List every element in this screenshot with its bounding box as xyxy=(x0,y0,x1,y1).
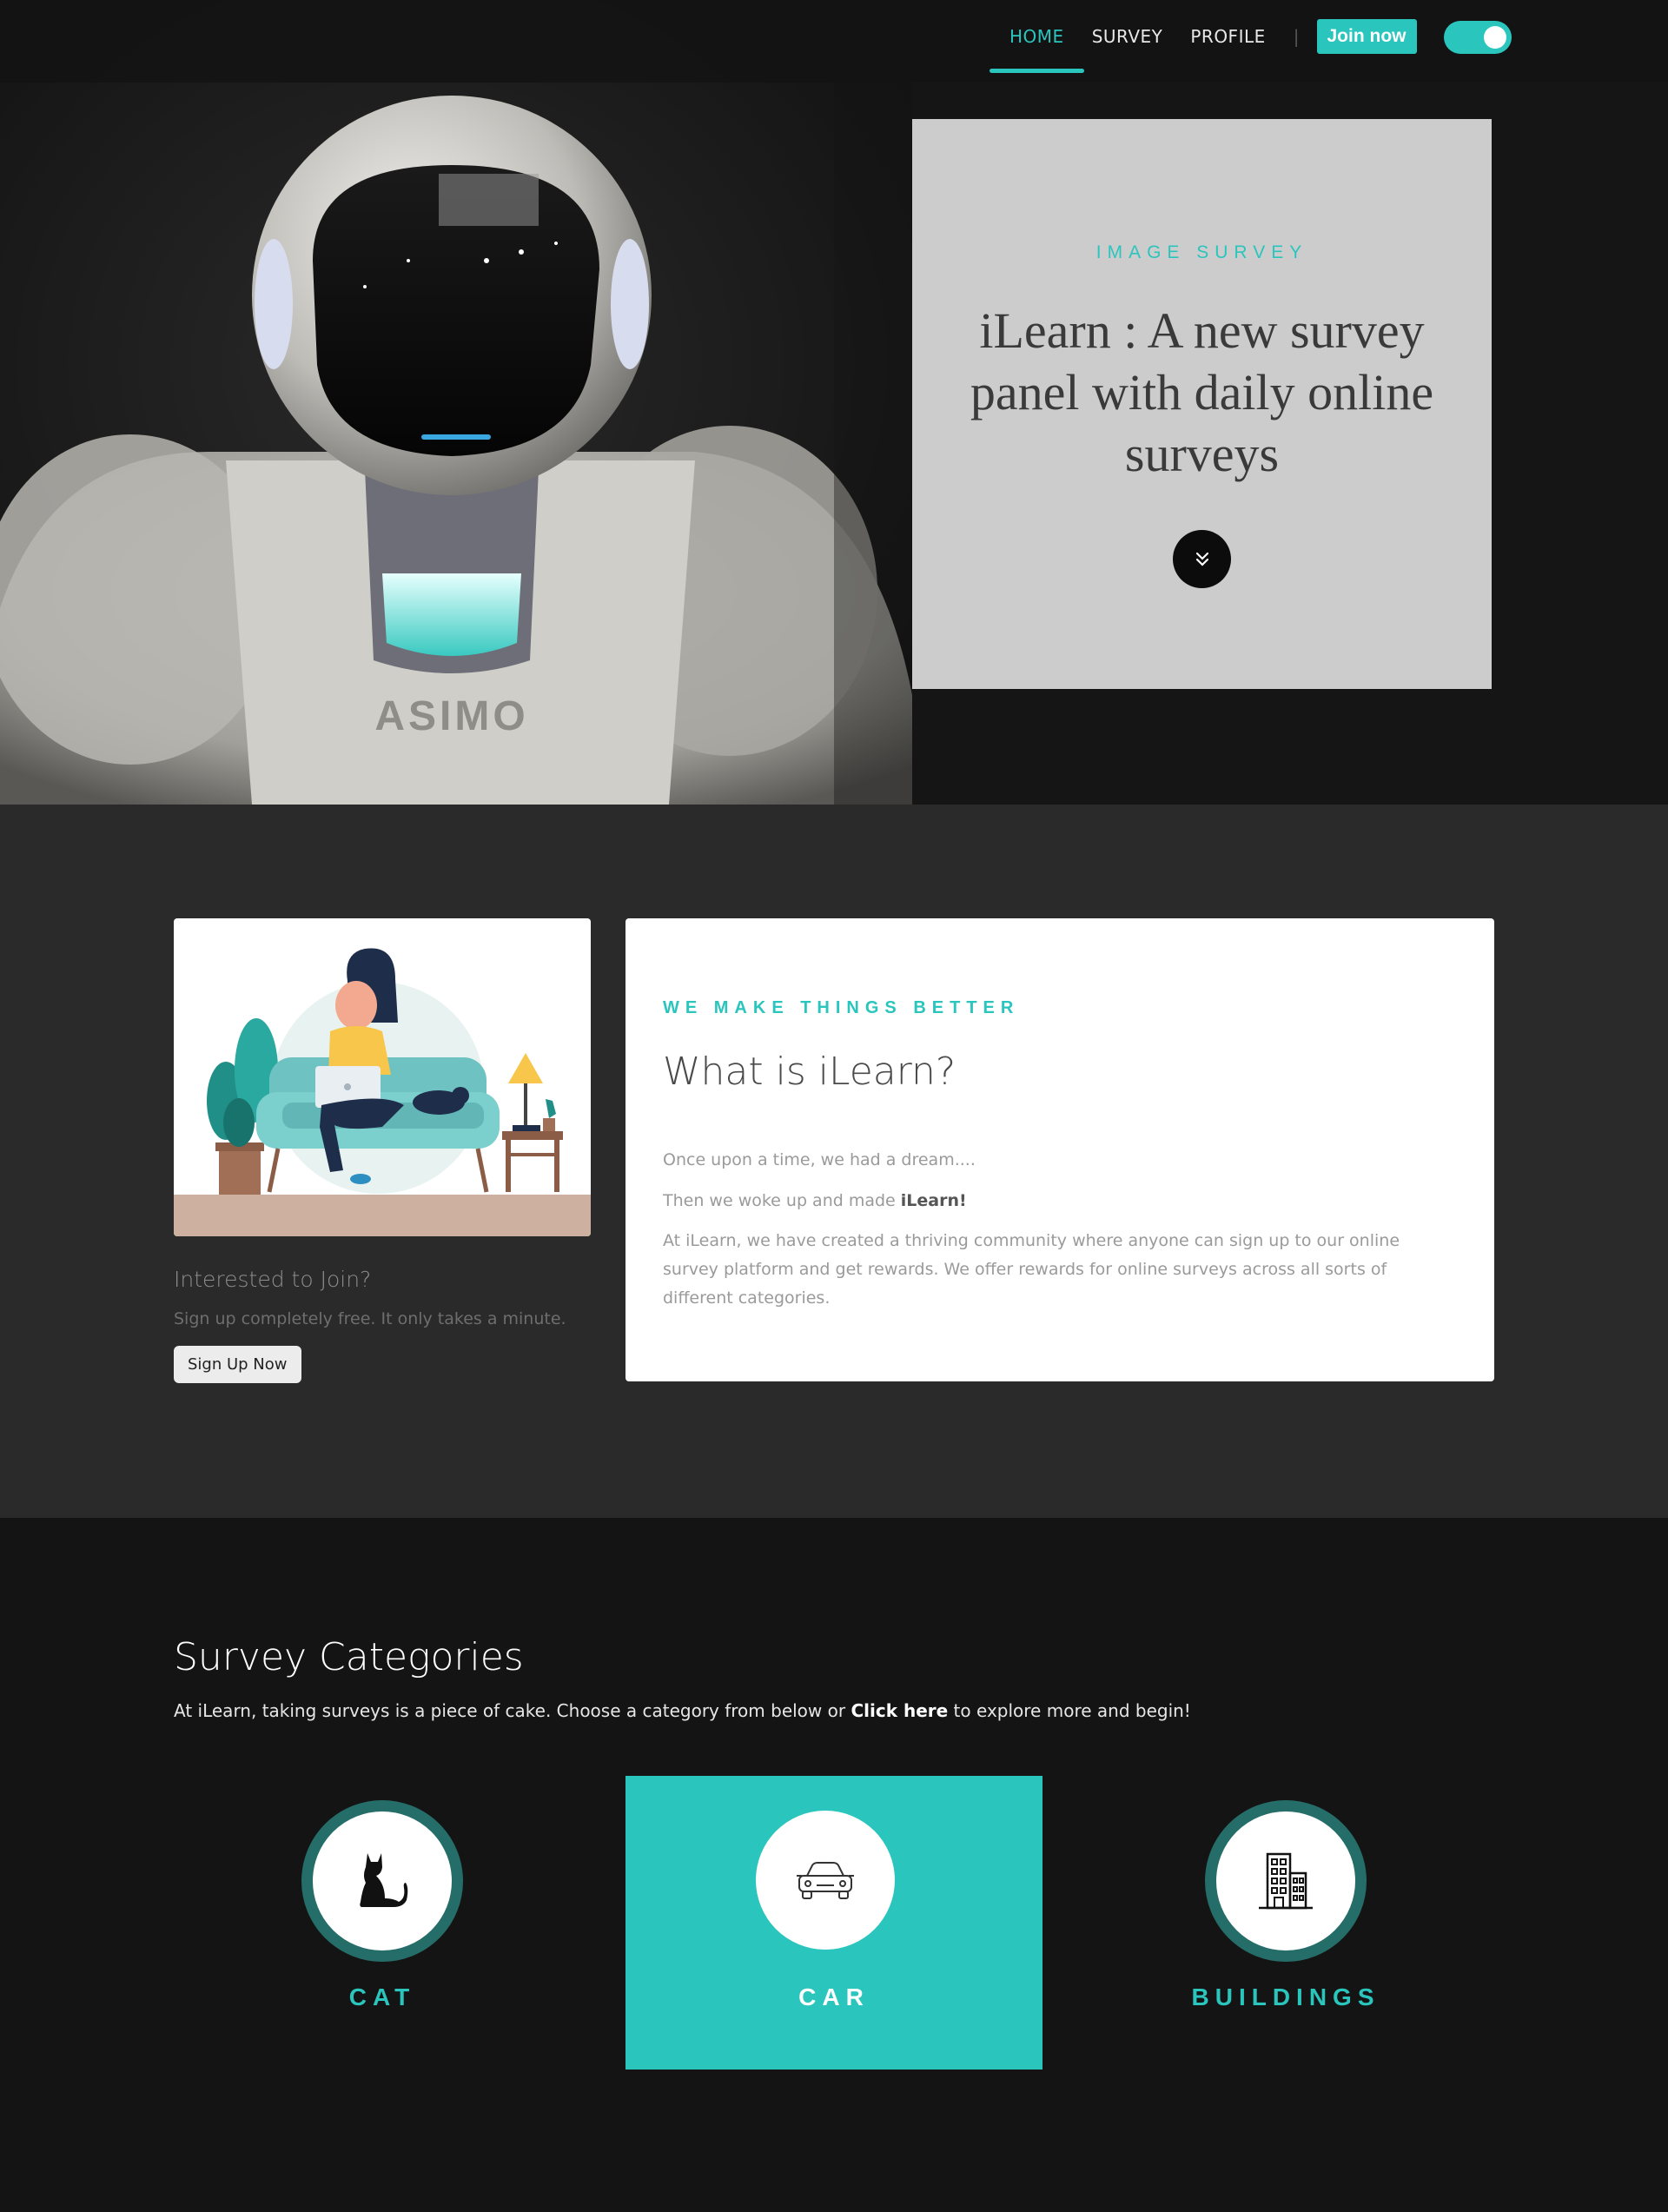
cat-icon xyxy=(360,1853,408,1907)
join-now-button[interactable]: Join now xyxy=(1316,19,1417,54)
car-icon xyxy=(797,1862,854,1899)
category-buildings[interactable]: BUILDINGS xyxy=(1077,1776,1494,2070)
theme-toggle[interactable] xyxy=(1444,21,1512,54)
nav-link-survey[interactable]: SURVEY xyxy=(1092,26,1163,47)
about-eyebrow: WE MAKE THINGS BETTER xyxy=(663,998,1020,1017)
nav-link-home[interactable]: HOME xyxy=(990,26,1084,73)
nav-link-profile[interactable]: PROFILE xyxy=(1190,26,1265,47)
building-icon xyxy=(1259,1852,1313,1910)
double-chevron-down-icon xyxy=(1195,552,1208,566)
hero-title: iLearn : A new survey panel with daily o… xyxy=(970,302,1434,482)
woman-on-sofa-illustration xyxy=(174,948,591,1236)
category-cat-circle xyxy=(301,1800,463,1962)
illustration-woman-laptop xyxy=(174,918,591,1236)
top-navbar: HOME SURVEY PROFILE | Join now xyxy=(0,0,1668,83)
categories-subtitle: At iLearn, taking surveys is a piece of … xyxy=(174,1700,1191,1721)
categories-title: Survey Categories xyxy=(174,1635,524,1679)
about-paragraph-1: Once upon a time, we had a dream.... xyxy=(663,1150,976,1169)
category-car-circle xyxy=(756,1811,895,1950)
about-paragraph-2: Then we woke up and made iLearn! xyxy=(663,1187,1457,1215)
sign-up-now-button[interactable]: Sign Up Now xyxy=(174,1346,301,1383)
categories-sub-suffix: to explore more and begin! xyxy=(948,1700,1191,1721)
about-section: Interested to Join? Sign up completely f… xyxy=(0,805,1668,1518)
hero-card: IMAGE SURVEY iLearn : A new survey panel… xyxy=(912,119,1492,689)
toggle-knob xyxy=(1484,26,1506,49)
category-buildings-label: BUILDINGS xyxy=(1191,1984,1380,2010)
about-p2-text: Then we woke up and made xyxy=(663,1191,901,1210)
click-here-link[interactable]: Click here xyxy=(851,1700,948,1721)
hero-eyebrow: IMAGE SURVEY xyxy=(1095,242,1308,262)
svg-text:ASIMO: ASIMO xyxy=(374,693,528,739)
nav-separator: | xyxy=(1293,26,1300,47)
about-title: What is iLearn? xyxy=(663,1050,956,1094)
join-subtitle: Sign up completely free. It only takes a… xyxy=(174,1309,566,1328)
category-car-label: CAR xyxy=(798,1984,870,2010)
hero-section: ASIMO IMAGE SURVEY iLearn : A new survey… xyxy=(0,0,1668,805)
category-cat[interactable]: CAT xyxy=(174,1776,591,2070)
categories-sub-prefix: At iLearn, taking surveys is a piece of … xyxy=(174,1700,851,1721)
scroll-down-button[interactable] xyxy=(1173,530,1231,588)
categories-section: Survey Categories At iLearn, taking surv… xyxy=(0,1518,1668,2212)
about-paragraph-3: At iLearn, we have created a thriving co… xyxy=(663,1231,1400,1308)
category-car[interactable]: CAR xyxy=(626,1776,1042,2070)
robot-hero-image: ASIMO xyxy=(0,0,912,805)
join-title: Interested to Join? xyxy=(174,1267,372,1292)
category-buildings-circle xyxy=(1205,1800,1367,1962)
about-card: WE MAKE THINGS BETTER What is iLearn? On… xyxy=(626,918,1494,1381)
category-cat-label: CAT xyxy=(348,1984,416,2010)
brand-name-bold: iLearn! xyxy=(900,1191,967,1210)
